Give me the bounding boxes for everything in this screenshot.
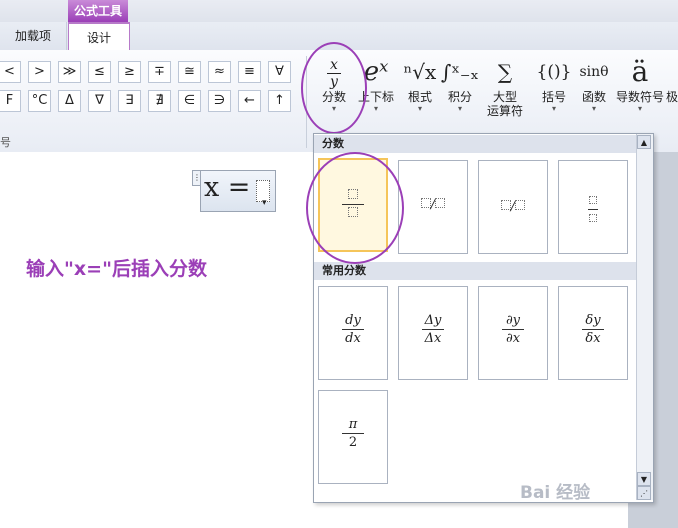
function-icon: sinθ [579, 64, 609, 80]
skewed-fraction-glyph: / [399, 197, 467, 212]
symbol-button[interactable]: ∀ [268, 61, 291, 83]
symbol-button[interactable]: ≥ [118, 61, 141, 83]
small-fraction-glyph [559, 193, 627, 226]
chevron-down-icon: ▾ [637, 104, 642, 113]
symbol-button[interactable]: ← [238, 90, 261, 112]
fraction-glyph: π2 [319, 417, 387, 450]
gallery-scrollbar[interactable] [636, 134, 653, 500]
bracket-icon: {()} [536, 62, 572, 82]
chevron-down-icon: ▾ [551, 104, 556, 113]
accent-button[interactable]: ä 导数符号 ▾ [614, 54, 666, 126]
radical-icon: ⁿ√x [403, 60, 437, 84]
function-label: 函数 [581, 90, 606, 104]
common-fraction-partial[interactable]: ∂y ∂x [478, 286, 548, 380]
radical-button[interactable]: ⁿ√x 根式 ▾ [398, 54, 442, 126]
annotation-ellipse [301, 42, 367, 134]
chevron-down-icon: ▾ [417, 104, 422, 113]
fraction-glyph: ∂y ∂x [479, 313, 547, 346]
symbol-button[interactable]: ≡ [238, 61, 261, 83]
symbol-button[interactable]: ∈ [178, 90, 201, 112]
symbol-button[interactable]: Δ [58, 90, 81, 112]
common-fraction-delta[interactable]: Δy Δx [398, 286, 468, 380]
resize-grip-icon[interactable]: ⋰ [637, 486, 651, 500]
accent-icon: ä [631, 55, 649, 88]
limit-button[interactable]: 极 [666, 54, 678, 126]
annotation-ellipse [306, 152, 404, 264]
fraction-glyph: Δy Δx [399, 313, 467, 346]
equation-text: x = [204, 172, 251, 203]
fraction-glyph: dy dx [319, 313, 387, 346]
integral-icon: ∫ˣ₋ₓ [441, 60, 479, 84]
symbol-button[interactable]: > [28, 61, 51, 83]
contextual-tab-equation-tools: 公式工具 [68, 0, 128, 22]
radical-label: 根式 [407, 90, 432, 104]
tab-addins[interactable]: 加载项 [0, 22, 67, 50]
gallery-section-common: 常用分数 [314, 262, 636, 280]
chevron-down-icon: ▾ [457, 104, 462, 113]
symbol-button[interactable]: ∓ [148, 61, 171, 83]
limit-icon [666, 54, 678, 90]
fraction-small-option[interactable] [558, 160, 628, 254]
integral-label: 积分 [447, 90, 472, 104]
common-fraction-pi-over-2[interactable]: π2 [318, 390, 388, 484]
symbol-button[interactable]: ≈ [208, 61, 231, 83]
symbol-button[interactable]: ≫ [58, 61, 81, 83]
fraction-linear-option[interactable]: / [478, 160, 548, 254]
symbol-button[interactable]: ∇ [88, 90, 111, 112]
linear-fraction-glyph: / [479, 199, 547, 214]
large-operator-label: 大型 [492, 90, 517, 104]
symbol-button[interactable]: ≅ [178, 61, 201, 83]
symbol-button[interactable]: ≤ [88, 61, 111, 83]
tab-design[interactable]: 设计 [68, 22, 130, 51]
scroll-down-icon[interactable]: ▼ [637, 472, 651, 486]
common-fraction-small-delta[interactable]: δy δx [558, 286, 628, 380]
group-label-symbols: 号 [0, 136, 11, 149]
watermark: Bai 经验 [520, 483, 591, 503]
common-fraction-dy-dx[interactable]: dy dx [318, 286, 388, 380]
large-operator-label-2: 运算符 [486, 104, 523, 118]
fraction-glyph: δy δx [559, 313, 627, 346]
instruction-text: 输入"x="后插入分数 [26, 258, 207, 280]
symbol-button[interactable]: ∃ [118, 90, 141, 112]
symbol-button[interactable]: < [0, 61, 21, 83]
symbol-button[interactable]: ∋ [208, 90, 231, 112]
limit-label: 极 [666, 90, 678, 104]
symbol-button[interactable]: ∄ [148, 90, 171, 112]
bracket-label: 括号 [541, 90, 566, 104]
sum-icon: ∑ [497, 60, 513, 84]
symbol-button[interactable]: F [0, 90, 21, 112]
symbol-button[interactable]: °C [28, 90, 51, 112]
bracket-button[interactable]: {()} 括号 ▾ [532, 54, 576, 126]
accent-label: 导数符号 [615, 90, 664, 104]
scroll-up-icon[interactable]: ▲ [637, 135, 651, 149]
integral-button[interactable]: ∫ˣ₋ₓ 积分 ▾ [438, 54, 482, 126]
equation-options-arrow[interactable]: ▾ [262, 198, 267, 208]
fraction-skewed-option[interactable]: / [398, 160, 468, 254]
symbol-button[interactable]: ↑ [268, 90, 291, 112]
chevron-down-icon: ▾ [591, 104, 596, 113]
large-operator-button[interactable]: ∑ 大型 运算符 [482, 54, 528, 126]
function-button[interactable]: sinθ 函数 ▾ [572, 54, 616, 126]
gallery-section-fraction: 分数 [314, 135, 636, 153]
